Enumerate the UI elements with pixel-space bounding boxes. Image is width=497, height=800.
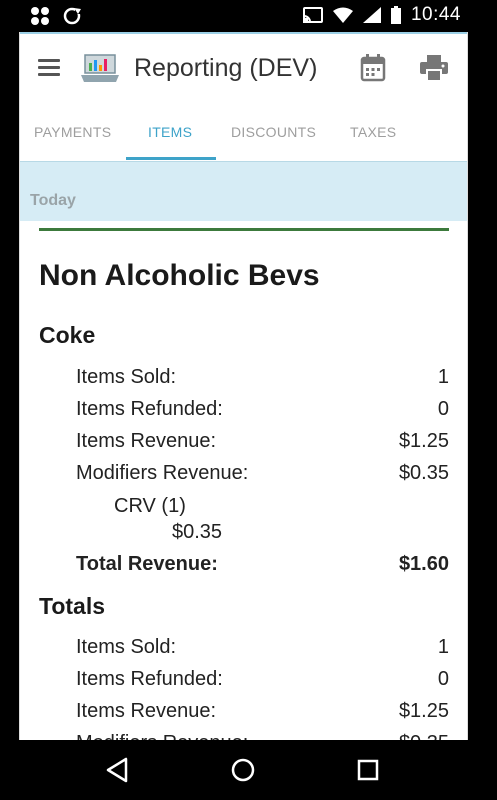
reporting-app: Reporting (DEV) PAYMENTS ITEMS DISCOUNTS… [19, 32, 468, 740]
tab-discounts[interactable]: DISCOUNTS [231, 124, 316, 140]
tab-taxes[interactable]: TAXES [350, 124, 396, 140]
row-value: $0.35 [399, 732, 449, 740]
date-filter-label: Today [30, 192, 76, 209]
home-icon[interactable] [229, 756, 257, 784]
system-nav-bar [0, 740, 497, 800]
status-bar: 10:44 [0, 0, 497, 32]
totals-row-refunded: Items Refunded: 0 [76, 668, 449, 698]
row-value: $1.25 [398, 430, 449, 452]
item-row-total-revenue: Total Revenue: $1.60 [76, 553, 449, 583]
totals-title: Totals [39, 593, 106, 619]
apps-icon [31, 7, 49, 25]
item-row-modifiers-revenue: Modifiers Revenue: $0.35 [76, 462, 449, 492]
row-value: 0 [437, 668, 449, 690]
row-value: 1 [437, 366, 449, 388]
row-label: Items Refunded: [76, 668, 223, 690]
modifier-name: CRV (1) [114, 495, 186, 517]
row-label: Items Refunded: [76, 398, 223, 420]
row-value: 0 [437, 398, 449, 420]
wifi-icon [332, 7, 353, 23]
item-row-revenue: Items Revenue: $1.25 [76, 430, 449, 460]
row-value: $0.35 [398, 462, 449, 484]
row-value: $1.60 [398, 553, 449, 575]
row-label: Items Sold: [76, 366, 177, 388]
item-row-sold: Items Sold: 1 [76, 366, 449, 396]
recents-icon[interactable] [354, 756, 382, 784]
row-label: Modifiers Revenue: [76, 732, 248, 740]
modifier-value: $0.35 [172, 521, 223, 543]
totals-row-sold: Items Sold: 1 [76, 636, 449, 666]
category-title: Non Alcoholic Bevs [39, 259, 320, 292]
item-row-refunded: Items Refunded: 0 [76, 398, 449, 428]
back-icon[interactable] [104, 756, 132, 784]
item-title: Coke [39, 322, 96, 348]
report-tabs: PAYMENTS ITEMS DISCOUNTS TAXES [20, 108, 467, 160]
page-title: Reporting (DEV) [134, 54, 318, 82]
register-logo-icon [81, 54, 119, 82]
row-label: Modifiers Revenue: [76, 462, 249, 484]
cast-icon [302, 7, 323, 23]
row-label: Items Revenue: [76, 700, 217, 722]
tab-payments[interactable]: PAYMENTS [34, 124, 111, 140]
row-value: $1.25 [398, 700, 449, 722]
row-value: 1 [437, 636, 449, 658]
section-divider [39, 228, 449, 231]
row-label: Items Sold: [76, 636, 177, 658]
toolbar: Reporting (DEV) [20, 34, 467, 106]
clock-time: 10:44 [410, 4, 461, 25]
active-tab-indicator [126, 157, 216, 160]
calendar-icon[interactable] [360, 54, 386, 82]
print-icon[interactable] [420, 55, 448, 81]
totals-row-revenue: Items Revenue: $1.25 [76, 700, 449, 730]
battery-icon [390, 6, 401, 24]
signal-icon [362, 7, 381, 23]
date-filter-bar[interactable]: Today [20, 161, 467, 221]
sync-icon [63, 7, 81, 25]
totals-row-modifiers-revenue: Modifiers Revenue: $0.35 [76, 732, 449, 740]
row-label: Items Revenue: [76, 430, 217, 452]
menu-icon[interactable] [38, 56, 62, 80]
row-label: Total Revenue: [76, 553, 218, 575]
tab-items[interactable]: ITEMS [148, 124, 192, 140]
